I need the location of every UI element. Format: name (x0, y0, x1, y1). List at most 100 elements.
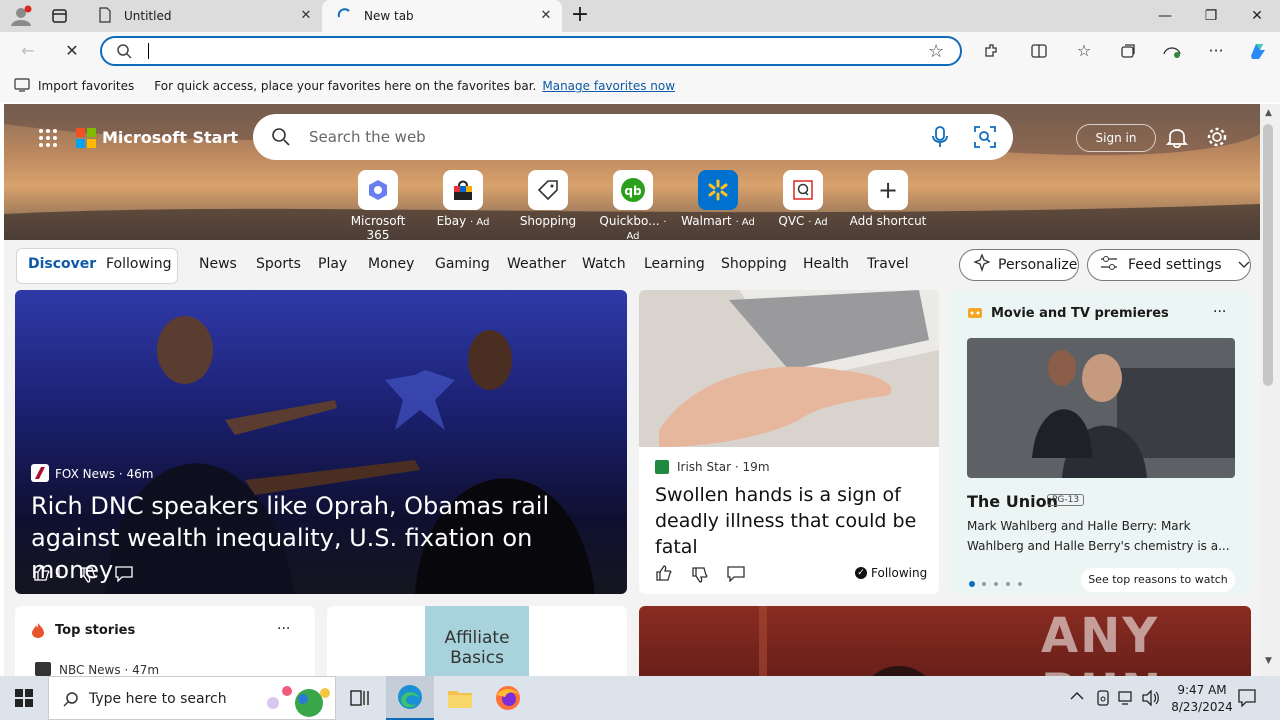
shortcut-walmart[interactable]: Walmart · Ad (678, 170, 758, 228)
see-top-reasons-button[interactable]: See top reasons to watch (1081, 568, 1235, 592)
nav-news[interactable]: News (199, 256, 237, 272)
notifications-icon[interactable] (1165, 126, 1189, 151)
file-explorer-icon[interactable] (436, 676, 484, 720)
collections-icon[interactable] (1114, 37, 1142, 65)
logo-text: Microsoft Start (102, 128, 238, 147)
visual-search-icon[interactable] (974, 126, 996, 151)
side-headline[interactable]: Swollen hands is a sign of deadly illnes… (655, 482, 925, 560)
nav-gaming[interactable]: Gaming (435, 256, 490, 272)
ad-card[interactable]: Affiliate Basics (327, 606, 627, 676)
chevron-up-icon[interactable] (1070, 690, 1084, 704)
close-window-button[interactable]: ✕ (1234, 0, 1280, 32)
clock-date[interactable]: 8/23/2024 (1166, 700, 1238, 714)
windows-start-icon[interactable] (0, 676, 48, 720)
tab-discover[interactable]: Discover (28, 256, 96, 272)
dislike-icon[interactable] (79, 566, 97, 587)
microphone-icon[interactable] (932, 126, 948, 151)
close-tab-icon[interactable]: ✕ (538, 8, 554, 24)
more-options-icon[interactable]: ··· (1202, 37, 1230, 65)
nav-shopping[interactable]: Shopping (721, 256, 787, 272)
app-launcher-icon[interactable] (38, 128, 58, 151)
scroll-down-icon[interactable]: ▼ (1265, 656, 1272, 666)
nbc-news-logo (35, 662, 51, 676)
nav-health[interactable]: Health (803, 256, 849, 272)
page-scrollbar[interactable]: ▲ ▼ (1260, 104, 1280, 676)
firefox-icon[interactable] (484, 676, 532, 720)
movie-premieres-card[interactable]: Movie and TV premieres ··· The Union PG-… (951, 290, 1251, 594)
comment-icon[interactable] (727, 566, 745, 585)
minimize-button[interactable]: — (1142, 0, 1188, 32)
movie-title[interactable]: The Union (967, 492, 1058, 511)
tab-following[interactable]: Following (106, 256, 172, 272)
edge-taskbar-icon[interactable] (386, 676, 434, 720)
close-tab-icon[interactable]: ✕ (298, 8, 314, 24)
movie-poster-image (967, 338, 1235, 478)
like-icon[interactable] (33, 564, 51, 585)
network-icon[interactable] (1118, 690, 1136, 709)
stop-button[interactable]: ✕ (58, 37, 86, 65)
side-story-card[interactable]: Irish Star · 19m Swollen hands is a sign… (639, 290, 939, 594)
nav-money[interactable]: Money (368, 256, 414, 272)
address-bar[interactable]: ☆ (100, 36, 962, 66)
settings-gear-icon[interactable] (1206, 126, 1228, 151)
tab-untitled[interactable]: Untitled ✕ (84, 0, 322, 32)
story-source: Irish Star · 19m (677, 460, 770, 474)
ad-label: · Ad (808, 217, 828, 228)
copilot-icon[interactable] (1244, 37, 1272, 65)
sign-in-button[interactable]: Sign in (1076, 124, 1156, 152)
performance-icon[interactable] (1158, 37, 1186, 65)
profile-icon[interactable] (8, 4, 34, 28)
manage-favorites-link[interactable]: Manage favorites now (542, 79, 675, 93)
clock-time[interactable]: 9:47 AM (1172, 683, 1232, 697)
device-icon[interactable] (1096, 690, 1110, 709)
ad-label: · Ad (735, 217, 755, 228)
carousel-dots[interactable] (969, 576, 1029, 590)
import-favorites-icon[interactable] (14, 77, 30, 95)
shortcut-quickbooks[interactable]: qb Quickbo... · Ad (593, 170, 673, 242)
taskbar-search-box[interactable]: Type here to search (48, 676, 336, 720)
shortcut-ebay[interactable]: Ebay · Ad (423, 170, 503, 228)
restore-button[interactable]: ❐ (1188, 0, 1234, 32)
comment-icon[interactable] (115, 566, 133, 585)
add-shortcut-button[interactable]: + Add shortcut (848, 170, 928, 228)
nav-learning[interactable]: Learning (644, 256, 705, 272)
shortcut-microsoft-365[interactable]: Microsoft 365 (338, 170, 418, 242)
personalize-button[interactable]: Personalize (959, 249, 1079, 281)
ebay-bag-icon (443, 170, 483, 210)
feed-settings-button[interactable]: Feed settings (1087, 249, 1251, 281)
shortcut-shopping[interactable]: Shopping (508, 170, 588, 228)
dislike-icon[interactable] (691, 566, 709, 587)
new-tab-button[interactable]: + (568, 4, 592, 28)
extensions-icon[interactable] (977, 37, 1005, 65)
favorite-star-icon[interactable]: ☆ (928, 41, 944, 62)
back-button[interactable]: ← (14, 37, 42, 65)
nav-sports[interactable]: Sports (256, 256, 301, 272)
nav-travel[interactable]: Travel (867, 256, 909, 272)
nav-watch[interactable]: Watch (582, 256, 626, 272)
tab-new-tab[interactable]: New tab ✕ (322, 0, 562, 32)
nav-weather[interactable]: Weather (507, 256, 566, 272)
search-icon (116, 43, 132, 62)
notification-center-icon[interactable] (1238, 689, 1256, 710)
like-count: 1 (55, 566, 63, 580)
svg-text:qb: qb (624, 184, 642, 198)
like-icon[interactable] (655, 564, 673, 585)
task-view-icon[interactable] (336, 676, 384, 720)
taskbar: Type here to search 9:47 AM 8/23/2024 (0, 676, 1280, 720)
following-label[interactable]: Following (871, 566, 927, 580)
split-screen-icon[interactable] (1025, 37, 1053, 65)
volume-icon[interactable] (1142, 689, 1160, 709)
favorites-icon[interactable]: ☆ (1070, 37, 1098, 65)
more-options-icon[interactable]: ··· (277, 621, 290, 637)
scroll-up-icon[interactable]: ▲ (1265, 108, 1272, 118)
nav-play[interactable]: Play (318, 256, 347, 272)
main-story-card[interactable]: FOX News · 46m Rich DNC speakers like Op… (15, 290, 627, 594)
import-favorites-button[interactable]: Import favorites (38, 79, 134, 93)
address-input[interactable] (148, 43, 149, 59)
more-options-icon[interactable]: ··· (1213, 304, 1226, 320)
web-search-box[interactable]: Search the web (253, 114, 1013, 160)
shortcut-qvc[interactable]: QVC · Ad (763, 170, 843, 228)
tab-actions-icon[interactable] (50, 7, 70, 25)
video-story-card[interactable]: ANY RUN (639, 606, 1251, 676)
scroll-thumb[interactable] (1263, 124, 1273, 386)
